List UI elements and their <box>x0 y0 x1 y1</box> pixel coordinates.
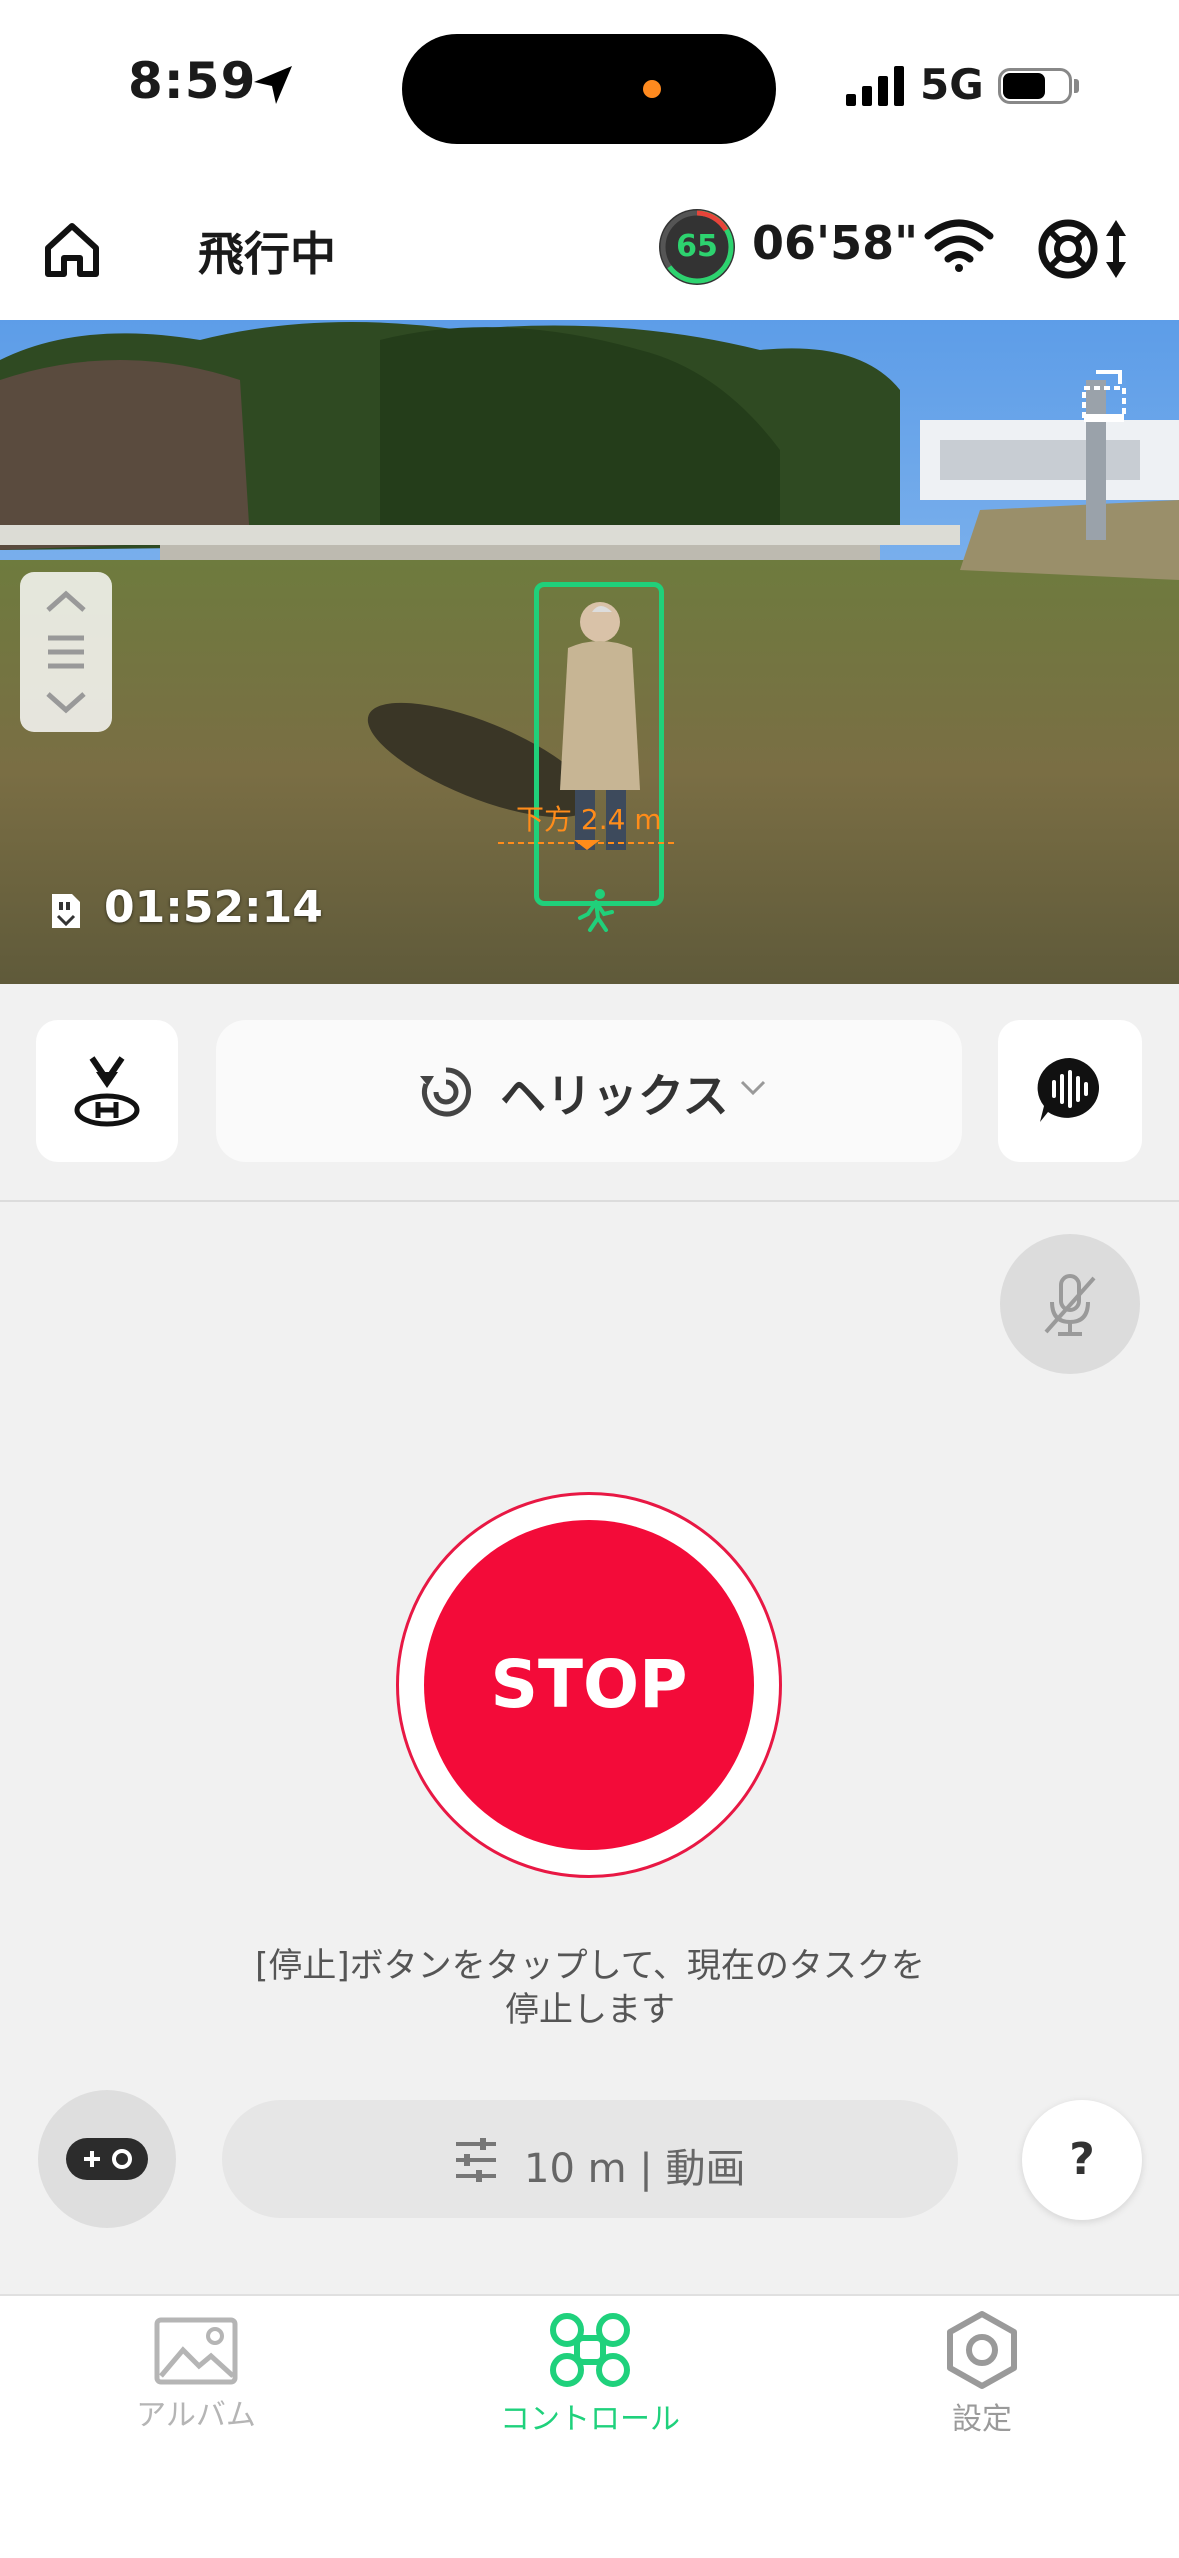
stop-hint: [停止]ボタンをタップして、現在のタスクを 停止します <box>190 1944 990 2032</box>
sd-card-icon <box>52 894 80 928</box>
status-time: 8:59 <box>128 52 257 110</box>
tab-settings-label: 設定 <box>952 2402 1012 2437</box>
dynamic-island <box>402 34 776 144</box>
drone-icon <box>550 2313 630 2387</box>
landing-button[interactable] <box>36 1020 178 1162</box>
stop-button[interactable]: STOP <box>424 1520 754 1850</box>
flight-status: 飛行中 <box>198 227 336 281</box>
shooting-settings-label: 10 m | 動画 <box>524 2146 746 2192</box>
battery-cap <box>1074 79 1079 93</box>
location-arrow-icon <box>254 66 292 104</box>
cellular-signal-icon <box>846 66 904 106</box>
zoom-control[interactable] <box>20 572 112 732</box>
flight-mode-label: ヘリックス <box>500 1069 729 1123</box>
help-button[interactable]: ? <box>1022 2100 1142 2220</box>
stop-hint-line-1: [停止]ボタンをタップして、現在のタスクを <box>255 1946 925 1986</box>
voice-command-button[interactable] <box>998 1020 1142 1162</box>
tab-control-label: コントロール <box>500 2402 680 2437</box>
subject-tracking-box[interactable] <box>534 582 664 906</box>
tab-settings[interactable]: 設定 <box>852 2310 1112 2438</box>
battery-level <box>1003 73 1045 99</box>
tab-album-label: アルバム <box>136 2398 256 2433</box>
landing-icon <box>74 1056 140 1127</box>
tab-album[interactable]: アルバム <box>66 2316 326 2434</box>
gimbal-control-icon[interactable] <box>1036 214 1132 284</box>
mic-mute-button[interactable] <box>1000 1234 1140 1374</box>
sliders-icon <box>456 2138 496 2182</box>
home-icon[interactable] <box>40 218 104 282</box>
home-indicator <box>444 2520 734 2530</box>
zoom-arrows-icon <box>46 590 86 714</box>
app-header <box>0 180 1179 320</box>
altitude-line <box>498 840 676 850</box>
voice-command-icon <box>1037 1057 1100 1122</box>
running-person-icon <box>578 889 614 932</box>
tab-control[interactable]: コントロール <box>460 2310 720 2438</box>
camera-indicator-dot <box>643 80 661 98</box>
chevron-down-icon <box>740 1080 766 1096</box>
wifi-icon <box>924 219 994 272</box>
gamepad-toggle-button[interactable] <box>38 2090 176 2228</box>
album-icon <box>154 2317 238 2385</box>
stop-hint-line-2: 停止します <box>505 1990 675 2030</box>
remaining-flight-time: 06'58" <box>752 216 919 270</box>
screen-orientation-icon[interactable] <box>1076 364 1136 434</box>
helix-mode-icon <box>420 1067 471 1117</box>
drone-battery-percent: 65 <box>676 229 718 264</box>
distance-below-label: 下方 2.4 m <box>516 803 662 836</box>
gamepad-icon <box>66 2138 148 2180</box>
recording-time: 01:52:14 <box>104 882 323 933</box>
settings-hexagon-icon <box>947 2311 1017 2389</box>
network-type: 5G <box>920 60 984 109</box>
mic-off-icon <box>1044 1274 1096 1336</box>
